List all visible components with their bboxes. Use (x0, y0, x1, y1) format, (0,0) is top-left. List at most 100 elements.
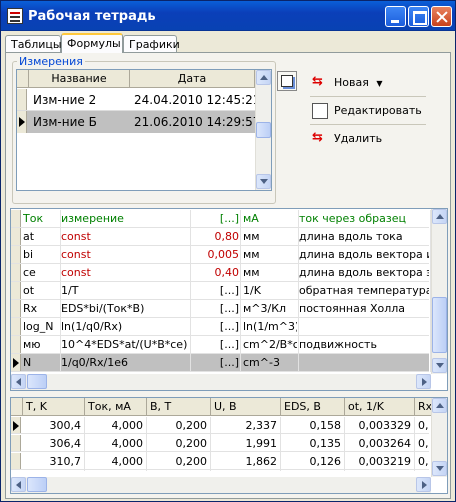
chevron-down-icon (260, 179, 268, 184)
row-pointer-icon (13, 421, 19, 431)
formulas-grid[interactable]: Ток измерение [...] мА ток через образец at co… (10, 208, 448, 391)
table-row[interactable]: 306,4 4,000 0,200 1,991 0,135 0,003264 0, (11, 435, 433, 453)
close-button[interactable] (431, 6, 452, 27)
window-title: Рабочая тетрадь (28, 9, 156, 24)
table-row[interactable]: bi const 0,005мм длина вдоль вектора индук (11, 246, 431, 264)
formulas-vscrollbar[interactable] (431, 209, 447, 374)
chevron-down-icon (436, 466, 444, 471)
separator (310, 124, 426, 125)
measurements-grid[interactable]: Название Дата Изм-ние 2 24.04.2010 12:45… (16, 69, 272, 191)
tab-formulas[interactable]: Формулы (61, 33, 123, 53)
table-row[interactable]: мю 10^4*EDS*at/(U*B*ce) [...] cm^2/B*c подви… (11, 336, 431, 354)
table-cell: 1,991 (245, 437, 278, 450)
title-bar: Рабочая тетрадь (1, 1, 455, 31)
list-item-selected[interactable]: Изм-ние Б 21.06.2010 14:29:57 (17, 111, 260, 133)
variable-expr: измерение (61, 212, 124, 225)
separator (310, 96, 426, 97)
tab-tables[interactable]: Таблицы (5, 35, 62, 53)
scroll-right-button[interactable] (416, 374, 431, 389)
variable-unit: мм (243, 266, 260, 279)
column-header[interactable]: U, B (211, 398, 281, 416)
column-header[interactable]: EDS, B (281, 398, 345, 416)
variable-name: N (23, 356, 32, 369)
export-button[interactable] (277, 71, 297, 91)
table-row[interactable]: ce const 0,40мм длина вдоль вектора э.д.с. (11, 264, 431, 282)
variable-expr: 10^4*EDS*at/(U*B*ce) (61, 338, 188, 351)
table-row[interactable]: Rx EDS*bi/(Ток*B) [...] м^3/Кл постоянная Хо… (11, 300, 431, 318)
scroll-up-button[interactable] (432, 398, 447, 413)
scroll-down-button[interactable] (432, 461, 447, 476)
formulas-hscrollbar[interactable] (11, 374, 431, 390)
column-header-date[interactable]: Дата (130, 70, 255, 88)
delete-button[interactable]: ⇆ Удалить (310, 129, 382, 149)
variable-desc: длина вдоль вектора индук (299, 248, 429, 261)
variable-desc: ток через образец (299, 212, 406, 225)
chevron-right-icon (422, 378, 427, 386)
variable-value: [...] (219, 320, 239, 333)
table-cell: 4,000 (111, 437, 144, 450)
table-cell: 0,200 (175, 419, 208, 432)
scroll-thumb[interactable] (27, 477, 47, 492)
table-row[interactable]: log_N ln(1/q0/Rx) [...] ln(1/m^3) (11, 318, 431, 336)
measurements-scrollbar[interactable] (255, 70, 271, 190)
column-header[interactable]: Ток, мА (85, 398, 147, 416)
variable-desc: длина вдоль вектора э.д.с. (299, 266, 429, 279)
data-hscrollbar[interactable] (11, 477, 431, 493)
list-item[interactable]: Изм-ние 2 24.04.2010 12:45:21 (17, 89, 260, 111)
table-row[interactable]: 300,4 4,000 0,200 2,337 0,158 0,003329 0, (11, 417, 433, 435)
column-header[interactable]: T, K (23, 398, 85, 416)
scroll-right-button[interactable] (416, 477, 431, 492)
table-row[interactable]: at const 0,80 мм длина вдоль тока (11, 228, 431, 246)
table-cell: 4,000 (111, 419, 144, 432)
chevron-up-icon (436, 214, 444, 219)
new-icon: ⇆ (312, 74, 323, 89)
column-header[interactable]: ot, 1/K (345, 398, 415, 416)
variable-value: [...] (219, 338, 239, 351)
measurements-legend: Измерения (17, 55, 85, 68)
variable-name: ce (23, 266, 36, 279)
maximize-button[interactable] (408, 6, 429, 27)
chevron-left-icon (16, 378, 21, 386)
variable-value: [...] (219, 284, 239, 297)
scroll-up-button[interactable] (432, 209, 447, 224)
column-header[interactable]: B, T (147, 398, 211, 416)
row-pointer-icon (13, 358, 19, 368)
data-table[interactable]: T, KТок, мАB, TU, BEDS, Bot, 1/KRx,300,4… (10, 397, 448, 494)
variable-value: [...] (219, 302, 239, 315)
table-row[interactable]: Ток измерение [...] мА ток через образец (11, 210, 431, 228)
scroll-left-button[interactable] (11, 374, 26, 389)
variable-expr: const (61, 248, 91, 261)
column-header-name[interactable]: Название (29, 70, 130, 88)
scroll-left-button[interactable] (11, 477, 26, 492)
table-cell: 4,000 (111, 455, 144, 468)
scroll-up-button[interactable] (256, 70, 271, 85)
variable-name: at (23, 230, 35, 243)
scroll-thumb[interactable] (256, 122, 271, 138)
new-button[interactable]: ⇆ Новая ▼ (310, 73, 383, 93)
variable-value: 0,40 (214, 266, 240, 279)
scroll-down-button[interactable] (432, 358, 447, 373)
variable-value: [...] (219, 212, 239, 225)
scroll-down-button[interactable] (256, 174, 271, 189)
table-row[interactable]: 310,7 4,000 0,200 1,862 0,126 0,003219 0, (11, 453, 433, 471)
table-row[interactable]: N 1/q0/Rx/1e6 [...] cm^-3 (11, 354, 431, 372)
table-cell: 0,126 (309, 455, 342, 468)
variable-expr: const (61, 266, 91, 279)
data-vscrollbar[interactable] (431, 398, 447, 477)
export-icon (281, 75, 293, 87)
variable-name: log_N (23, 320, 54, 333)
scroll-thumb[interactable] (432, 297, 447, 353)
row-pointer-icon (19, 117, 25, 127)
table-cell: 0,003219 (358, 455, 412, 468)
minimize-button[interactable] (385, 6, 406, 27)
variable-unit: cm^-3 (243, 356, 280, 369)
table-cell: 0,003264 (358, 437, 412, 450)
scroll-thumb[interactable] (27, 374, 47, 389)
tab-graphs[interactable]: Графики (123, 35, 180, 53)
table-cell: 0, (418, 455, 429, 468)
variable-expr: EDS*bi/(Ток*B) (61, 302, 145, 315)
variable-unit: cm^2/B*c (243, 338, 297, 351)
table-row[interactable]: ot 1/T [...] 1/K обратная температура (11, 282, 431, 300)
variable-name: Ток (23, 212, 44, 225)
edit-button[interactable]: Редактировать (310, 101, 422, 121)
